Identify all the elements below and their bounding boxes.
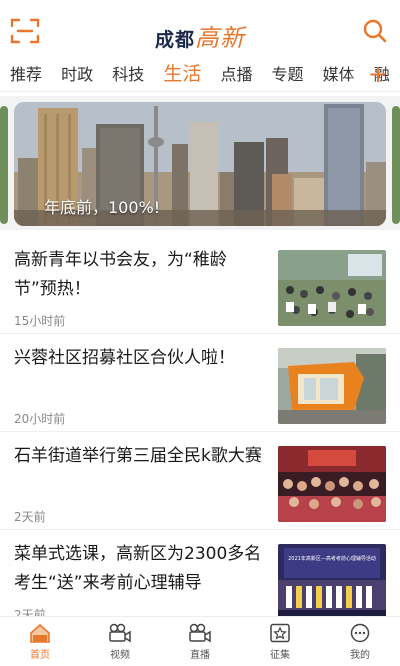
bottom-navigation: 首页 视频 直播 征集 我的 bbox=[0, 616, 400, 666]
nav-home[interactable]: 首页 bbox=[0, 617, 80, 666]
nav-mine[interactable]: 我的 bbox=[320, 617, 400, 666]
nav-video[interactable]: 视频 bbox=[80, 617, 160, 666]
tab-recommend[interactable]: 推荐 bbox=[10, 63, 42, 87]
home-icon bbox=[30, 623, 50, 643]
news-thumbnail-community-kiosk[interactable] bbox=[278, 348, 386, 424]
nav-label: 视频 bbox=[110, 650, 130, 661]
news-time: 15小时前 bbox=[14, 314, 66, 328]
news-title[interactable]: 石羊街道举行第三届全民k歌大赛 bbox=[14, 442, 264, 471]
tab-list: 推荐 时政 科技 生活 点播 专题 媒体 融 bbox=[10, 62, 400, 87]
prev-slide-peek[interactable] bbox=[0, 106, 8, 224]
news-thumbnail-karaoke-contest[interactable] bbox=[278, 446, 386, 522]
nav-label: 我的 bbox=[350, 650, 370, 661]
tab-topics[interactable]: 专题 bbox=[272, 63, 304, 87]
chat-bubble-icon bbox=[350, 623, 370, 643]
nav-live[interactable]: 直播 bbox=[160, 617, 240, 666]
brand-text-gaoxin: 高新 bbox=[195, 24, 245, 52]
news-title[interactable]: 菜单式选课，高新区为2300多名考生“送”来考前心理辅导 bbox=[14, 540, 264, 598]
news-thumbnail-reading-event[interactable] bbox=[278, 250, 386, 326]
nav-collect[interactable]: 征集 bbox=[240, 617, 320, 666]
news-title[interactable]: 兴蓉社区招募社区合伙人啦！ bbox=[14, 344, 264, 373]
news-title[interactable]: 高新青年以书会友，为“稚龄节”预热！ bbox=[14, 246, 264, 304]
category-tabs: 推荐 时政 科技 生活 点播 专题 媒体 融 + bbox=[0, 58, 400, 92]
live-camera-icon bbox=[189, 623, 211, 643]
app-header: 成都高新 bbox=[0, 0, 400, 58]
video-camera-icon bbox=[109, 623, 131, 643]
thumb-banner-text: 2021年高新区—高考考前心理辅导活动 bbox=[288, 555, 376, 562]
tab-on-demand[interactable]: 点播 bbox=[220, 63, 252, 87]
news-list: 高新青年以书会友，为“稚龄节”预热！ 15小时前 兴蓉社区招募社区合伙人啦！ 2… bbox=[0, 236, 400, 628]
nav-label: 首页 bbox=[30, 650, 50, 661]
news-thumbnail-exam-counseling[interactable]: 2021年高新区—高考考前心理辅导活动 bbox=[278, 544, 386, 620]
brand-text-chengdu: 成都 bbox=[154, 29, 195, 51]
news-item[interactable]: 高新青年以书会友，为“稚龄节”预热！ 15小时前 bbox=[0, 236, 400, 334]
news-item[interactable]: 石羊街道举行第三届全民k歌大赛 2天前 bbox=[0, 432, 400, 530]
tab-technology[interactable]: 科技 bbox=[112, 63, 144, 87]
banner-caption: 年底前，100%! bbox=[44, 198, 161, 217]
tab-fade bbox=[348, 58, 368, 91]
nav-label: 直播 bbox=[190, 650, 210, 661]
search-icon[interactable] bbox=[362, 18, 388, 44]
banner-carousel[interactable]: 年底前，100%! bbox=[0, 96, 400, 230]
news-item[interactable]: 兴蓉社区招募社区合伙人啦！ 20小时前 bbox=[0, 334, 400, 432]
banner-slide[interactable]: 年底前，100%! bbox=[14, 102, 386, 226]
app-logo: 成都高新 bbox=[0, 18, 400, 53]
tab-politics[interactable]: 时政 bbox=[61, 63, 93, 87]
add-tab-button[interactable]: + bbox=[368, 60, 388, 88]
next-slide-peek[interactable] bbox=[392, 106, 400, 224]
star-badge-icon bbox=[270, 623, 290, 643]
news-time: 20小时前 bbox=[14, 412, 66, 426]
news-time: 2天前 bbox=[14, 510, 46, 524]
tab-life[interactable]: 生活 bbox=[163, 62, 201, 86]
news-item[interactable]: 菜单式选课，高新区为2300多名考生“送”来考前心理辅导 2天前 2021年高新… bbox=[0, 530, 400, 628]
nav-label: 征集 bbox=[270, 650, 290, 661]
